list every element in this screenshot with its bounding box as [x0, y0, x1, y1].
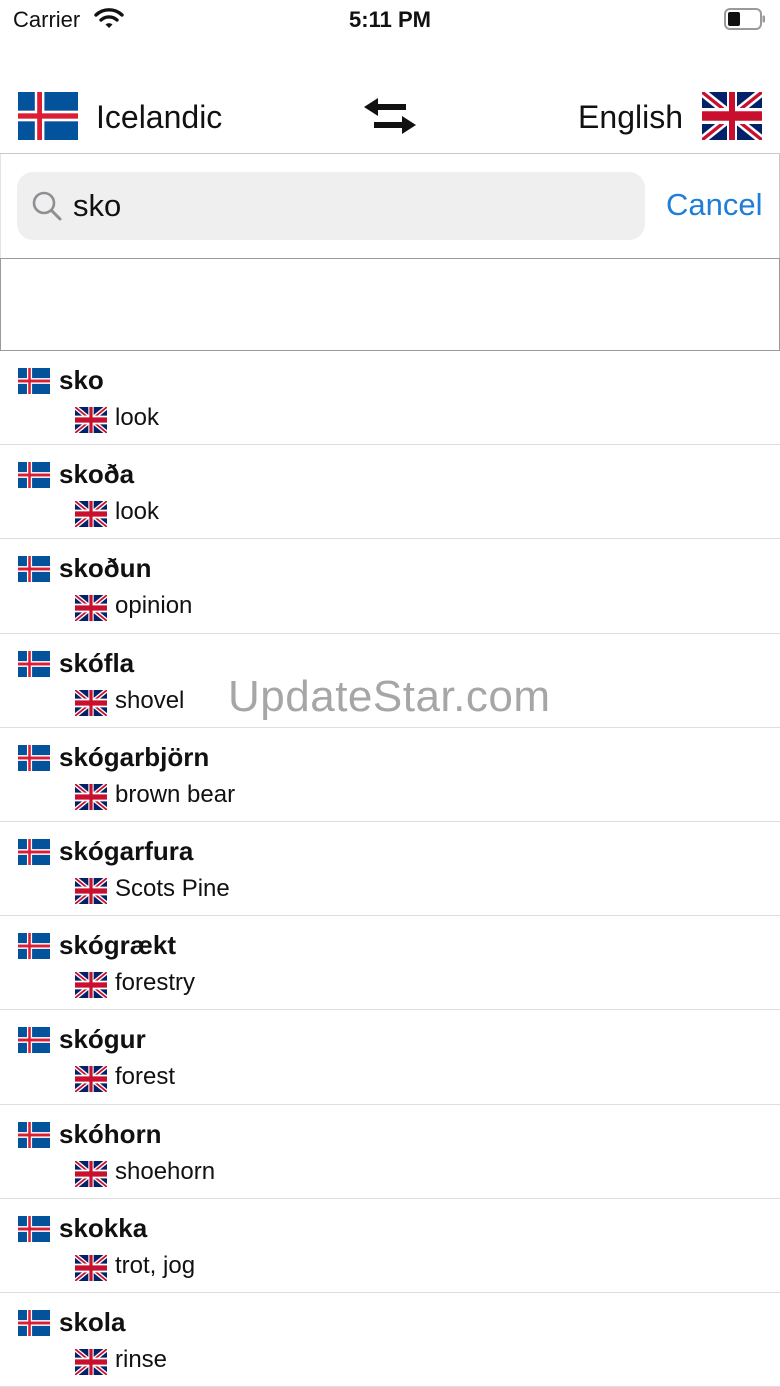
translation-word: shoehorn — [115, 1157, 216, 1185]
uk-flag-icon — [75, 878, 107, 904]
iceland-flag-icon — [18, 1216, 50, 1242]
uk-flag-icon — [75, 972, 107, 998]
source-word: skófla — [59, 647, 135, 678]
iceland-flag-icon — [18, 745, 50, 771]
uk-flag-icon — [75, 1255, 107, 1281]
result-row[interactable]: sko look — [0, 351, 780, 446]
iceland-flag-icon — [18, 651, 50, 677]
result-row[interactable]: skola rinse — [0, 1293, 780, 1387]
result-row[interactable]: skógarfura Scots Pine — [0, 822, 780, 917]
translation-word: brown bear — [115, 780, 236, 808]
source-word: skóhorn — [59, 1118, 162, 1149]
uk-flag-icon — [75, 1066, 107, 1092]
search-icon — [32, 191, 62, 221]
uk-flag-icon — [75, 1349, 107, 1375]
iceland-flag-icon — [18, 933, 50, 959]
uk-flag-icon — [75, 1161, 107, 1187]
target-language-label[interactable]: English — [578, 99, 683, 136]
result-row[interactable]: skógur forest — [0, 1010, 780, 1105]
search-bar: Cancel — [0, 154, 780, 258]
result-row[interactable]: skoðun opinion — [0, 539, 780, 634]
iceland-flag-icon — [18, 462, 50, 488]
result-row[interactable]: skógarbjörn brown bear — [0, 728, 780, 822]
search-input[interactable] — [73, 188, 613, 224]
cancel-button[interactable]: Cancel — [666, 187, 763, 223]
result-row[interactable]: skófla shovel — [0, 634, 780, 728]
translation-word: look — [115, 404, 160, 431]
translation-word: forest — [115, 1063, 176, 1091]
iceland-flag-icon — [18, 1310, 50, 1336]
status-time: 5:11 PM — [349, 7, 431, 32]
results-list: sko look skoða look skoðun opinion skófla shove… — [0, 351, 780, 1387]
iceland-flag-icon — [18, 368, 50, 394]
uk-flag-icon — [75, 407, 107, 433]
iceland-flag-icon — [18, 1027, 50, 1053]
uk-flag-icon — [75, 784, 107, 810]
status-bar: Carrier 5:11 PM — [0, 0, 780, 40]
source-word: skógarbjörn — [59, 741, 210, 772]
translation-word: Scots Pine — [115, 874, 230, 902]
source-word: skokka — [59, 1212, 148, 1243]
uk-flag-icon — [75, 690, 107, 716]
translation-word: look — [115, 498, 160, 526]
translation-word: rinse — [115, 1345, 168, 1373]
translation-word: opinion — [115, 592, 193, 620]
result-row[interactable]: skógrækt forestry — [0, 916, 780, 1011]
iceland-flag-icon — [18, 556, 50, 582]
source-word: skógur — [59, 1024, 146, 1055]
swap-arrows-icon[interactable] — [360, 95, 420, 137]
search-field[interactable] — [17, 172, 645, 240]
source-word: skógrækt — [59, 930, 177, 961]
source-word: sko — [59, 365, 104, 395]
language-bar: Icelandic English — [0, 80, 780, 154]
uk-flag-icon — [75, 501, 107, 527]
result-row[interactable]: skóhorn shoehorn — [0, 1105, 780, 1199]
result-row[interactable]: skoða look — [0, 445, 780, 540]
battery-icon — [724, 8, 766, 30]
iceland-flag-icon — [18, 1122, 50, 1148]
uk-flag-icon[interactable] — [702, 92, 762, 140]
source-language-label[interactable]: Icelandic — [96, 99, 222, 136]
blank-panel — [0, 258, 780, 351]
source-word: skógarfura — [59, 835, 194, 866]
translation-word: shovel — [115, 686, 185, 714]
translation-word: forestry — [115, 969, 196, 997]
source-word: skoða — [59, 459, 135, 490]
source-word: skola — [59, 1306, 126, 1337]
translation-word: trot, jog — [115, 1251, 196, 1279]
uk-flag-icon — [75, 595, 107, 621]
result-row[interactable]: skokka trot, jog — [0, 1199, 780, 1293]
iceland-flag-icon — [18, 839, 50, 865]
source-word: skoðun — [59, 553, 152, 584]
iceland-flag-icon[interactable] — [18, 92, 78, 140]
